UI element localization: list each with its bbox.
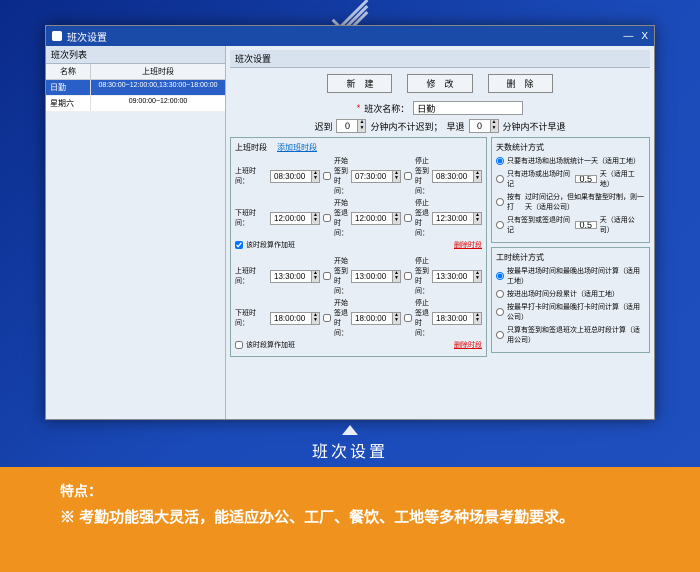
feature-text: ※ 考勤功能强大灵活，能适应办公、工厂、餐饮、工地等多种场景考勤要求。 (60, 507, 640, 528)
off-time-input[interactable] (270, 212, 312, 225)
shift-list-header: 班次列表 (46, 46, 225, 64)
window-title: 班次设置 (67, 29, 107, 44)
required-star: * (357, 103, 361, 113)
time-period-group: 上班时段添加班时段 上班时间：▲▼ 开始签到时间：▲▼ 停止签到时间：▲▼ 下班… (230, 137, 487, 357)
new-button[interactable]: 新 建 (327, 74, 392, 93)
daycount-radio-2[interactable] (496, 175, 504, 183)
on-time-input[interactable] (270, 170, 312, 183)
minimize-button[interactable]: — (623, 31, 633, 42)
close-button[interactable]: X (641, 31, 648, 42)
spinner[interactable]: ▲▼ (491, 119, 499, 133)
workcalc-radio-4[interactable] (496, 331, 504, 339)
work-calc-group: 工时统计方式 按最早进场时间和最晚出场时间计算（适用工地） 按进出场时间分段累计… (491, 247, 650, 353)
late-minutes-input[interactable] (336, 119, 358, 133)
table-row[interactable]: 日勤 08:30:00~12:00:00,13:30:00~18:00:00 (46, 80, 225, 96)
day-count-group: 天数统计方式 只要有进场和出场就统计一天（适用工地） 只有进场或出场时间记天（适… (491, 137, 650, 243)
app-icon (52, 31, 62, 41)
shift-name-input[interactable] (413, 101, 523, 115)
caption-text: 班次设置 (0, 438, 700, 462)
table-row[interactable]: 星期六 09:00:00~12:00:00 (46, 96, 225, 112)
titlebar[interactable]: 班次设置 — X (46, 26, 654, 46)
spinner[interactable]: ▲▼ (358, 119, 366, 133)
caption-area: 班次设置 (0, 425, 700, 462)
settings-window: 班次设置 — X 班次列表 名称 上班时段 日勤 08:30:00~12:00:… (45, 25, 655, 420)
config-header: 班次设置 (230, 50, 650, 68)
triangle-icon (342, 425, 358, 435)
start-checkin-cb[interactable] (323, 172, 331, 180)
overtime-cb[interactable] (235, 341, 243, 349)
overtime-cb[interactable] (235, 241, 243, 249)
workcalc-radio-3[interactable] (496, 308, 504, 316)
edit-button[interactable]: 修 改 (407, 74, 472, 93)
add-period-link[interactable]: 添加班时段 (277, 143, 317, 152)
early-minutes-input[interactable] (469, 119, 491, 133)
daycount-radio-3[interactable] (496, 198, 504, 206)
shift-config-pane: 班次设置 新 建 修 改 删 除 * 班次名称： 迟到 ▲▼ 分钟内不计迟到； … (226, 46, 654, 419)
decorative-chevrons (330, 5, 370, 23)
delete-period-link[interactable]: 删除时段 (454, 342, 482, 349)
name-label: 班次名称： (364, 102, 409, 115)
table-header: 名称 上班时段 (46, 64, 225, 80)
shift-list-pane: 班次列表 名称 上班时段 日勤 08:30:00~12:00:00,13:30:… (46, 46, 226, 419)
workcalc-radio-2[interactable] (496, 290, 504, 298)
workcalc-radio-1[interactable] (496, 272, 504, 280)
daycount-radio-4[interactable] (496, 221, 504, 229)
feature-title: 特点： (60, 481, 640, 501)
feature-panel: 特点： ※ 考勤功能强大灵活，能适应办公、工厂、餐饮、工地等多种场景考勤要求。 (0, 467, 700, 572)
delete-period-link[interactable]: 删除时段 (454, 242, 482, 249)
delete-button[interactable]: 删 除 (488, 74, 553, 93)
daycount-radio-1[interactable] (496, 157, 504, 165)
